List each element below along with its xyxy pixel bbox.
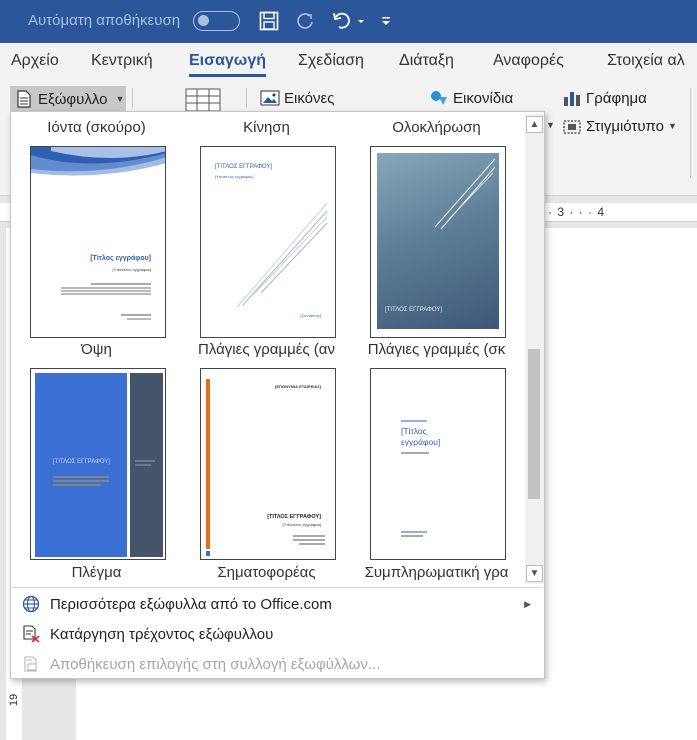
chevron-down-icon: ▼	[668, 121, 677, 131]
save-icon[interactable]	[256, 8, 282, 34]
tab-references[interactable]: Αναφορές	[493, 52, 564, 70]
tab-design[interactable]: Σχεδίαση	[298, 52, 364, 70]
chart-icon	[564, 92, 580, 106]
save-to-gallery-icon	[12, 655, 50, 673]
ribbon-tabs: Αρχείο Κεντρική Εισαγωγή Σχεδίαση Διάταξ…	[0, 43, 697, 81]
save-selection-menu-item[interactable]: Αποθήκευση επιλογής στη συλλογή εξωφύλλω…	[12, 649, 543, 679]
toggle-knob	[198, 15, 209, 26]
save-selection-label: Αποθήκευση επιλογής στη συλλογή εξωφύλλω…	[50, 655, 381, 673]
menu-divider	[12, 587, 543, 588]
gallery-item-label[interactable]: Όψη	[19, 341, 174, 358]
remove-cover-menu-item[interactable]: Κατάργηση τρέχοντος εξώφυλλου	[12, 619, 543, 649]
cover-thumb-plagies-an[interactable]: [ΤΙΤΛΟΣ ΕΓΓΡΑΦΟΥ] [Υπότιτλος εγγράφου] […	[200, 146, 336, 338]
redo-icon[interactable]	[292, 8, 318, 34]
cover-page-button[interactable]: Εξώφυλλο ▼	[10, 86, 126, 112]
gallery-item-label[interactable]: Κίνηση	[189, 119, 344, 136]
icons-button[interactable]: Εικονίδια	[429, 89, 513, 107]
chart-button[interactable]: Γράφημα	[562, 89, 647, 107]
plegma-lines	[53, 460, 155, 486]
tab-home[interactable]: Κεντρική	[91, 52, 153, 70]
tab-insert[interactable]: Εισαγωγή	[189, 52, 266, 77]
pictures-icon	[260, 90, 280, 106]
gallery-item-label[interactable]: Πλέγμα	[19, 564, 174, 581]
pictures-label: Εικόνες	[284, 89, 335, 107]
gallery-item-label[interactable]: Ιόντα (σκούρο)	[19, 119, 174, 136]
scroll-down-icon[interactable]: ▼	[526, 565, 543, 582]
title-bar: Αυτόματη αποθήκευση	[0, 0, 697, 43]
table-button[interactable]	[185, 88, 225, 112]
plagies2-title: [ΤΙΤΛΟΣ ΕΓΓΡΑΦΟΥ]	[385, 307, 443, 313]
vertical-ruler-number: 19	[8, 693, 21, 707]
tab-layout[interactable]: Διάταξη	[399, 52, 454, 70]
remove-page-icon	[12, 625, 50, 643]
cover-page-gallery: Ιόντα (σκούρο) Κίνηση Ολοκλήρωση [Τίτλος…	[10, 111, 545, 679]
remove-cover-label: Κατάργηση τρέχοντος εξώφυλλου	[50, 625, 274, 643]
globe-icon	[12, 595, 50, 613]
gallery-item-label[interactable]: Συμπληρωματική γρα	[359, 564, 514, 581]
ribbon-separator	[246, 88, 247, 108]
icons-icon	[431, 91, 447, 105]
screenshot-label: Στιγμιότυπο	[586, 117, 665, 135]
chevron-right-icon: ▶	[524, 598, 531, 609]
tab-mailings[interactable]: Στοιχεία αλ	[607, 52, 685, 70]
chevron-down-icon[interactable]: ▼	[546, 120, 555, 130]
diagonal-lines-icon	[236, 202, 328, 308]
cover-page-icon	[17, 90, 31, 108]
more-covers-menu-item[interactable]: Περισσότερα εξώφυλλα από το Office.com ▶	[12, 589, 543, 619]
plagies1-author: [Συντάκτης]	[300, 313, 321, 318]
ribbon-separator	[690, 88, 691, 178]
cover-page-label: Εξώφυλλο	[38, 90, 108, 108]
autosave-label: Αυτόματη αποθήκευση	[28, 12, 181, 29]
scroll-thumb[interactable]	[528, 349, 540, 499]
screenshot-icon	[563, 120, 581, 134]
gallery-scrollbar[interactable]: ▲ ▼	[525, 114, 544, 584]
ruler-marks: · 3 · · · 4	[548, 205, 606, 219]
gallery-item-label[interactable]: Ολοκλήρωση	[359, 119, 514, 136]
screenshot-button[interactable]: Στιγμιότυπο ▼	[562, 117, 677, 135]
customize-qat-icon[interactable]	[378, 8, 394, 34]
chart-label: Γράφημα	[586, 89, 647, 107]
tab-file[interactable]: Αρχείο	[11, 52, 59, 70]
gallery-item-label[interactable]: Πλάγιες γραμμές (αν	[189, 341, 344, 358]
undo-icon[interactable]	[330, 8, 366, 34]
cover-thumb-plegma[interactable]: [ΤΙΤΛΟΣ ΕΓΓΡΑΦΟΥ]	[30, 368, 166, 560]
cover-thumb-plagies-sk[interactable]: [ΤΙΤΛΟΣ ΕΓΓΡΑΦΟΥ]	[370, 146, 506, 338]
symplir-lines	[401, 420, 429, 537]
more-covers-label: Περισσότερα εξώφυλλα από το Office.com	[50, 595, 332, 613]
opsi-body-lines	[61, 283, 151, 320]
table-icon	[185, 88, 221, 112]
scroll-up-icon[interactable]: ▲	[526, 116, 543, 133]
cover-thumb-symplirwmatiki[interactable]: [Τίτλος εγγράφου]	[370, 368, 506, 560]
ribbon-separator	[132, 88, 133, 108]
gallery-item-label[interactable]: Πλάγιες γραμμές (σκ	[359, 341, 514, 358]
icons-label: Εικονίδια	[453, 89, 514, 107]
symplir-title: [Τίτλος εγγράφου]	[401, 426, 441, 447]
chevron-down-icon: ▼	[115, 94, 125, 104]
cover-thumb-simatoforeas[interactable]: [ΕΠΩΝΥΜΙΑ ΕΤΑΙΡΕΙΑΣ] [ΤΙΤΛΟΣ ΕΓΓΡΑΦΟΥ] […	[200, 368, 336, 560]
autosave-toggle[interactable]	[193, 11, 240, 31]
simatoforeas-lines	[293, 535, 325, 545]
pictures-button[interactable]: Εικόνες	[260, 89, 334, 107]
gallery-item-label[interactable]: Σηματοφορέας	[189, 564, 344, 581]
cover-thumb-opsi[interactable]: [Τίτλος εγγράφου] [Υπότιτλος εγγράφου]	[30, 146, 166, 338]
